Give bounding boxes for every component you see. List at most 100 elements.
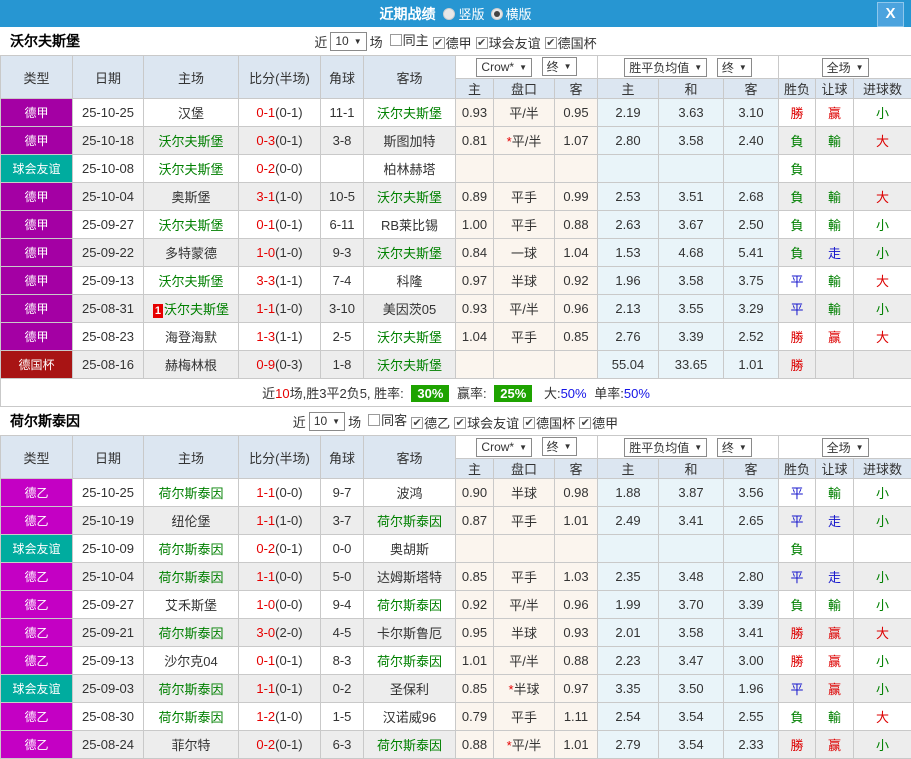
matches-table: 类型 日期 主场 比分(半场) 角球 客场 Crow*▼ 终▼ 胜平负均值▼ 终…	[0, 55, 911, 407]
team-name: 多特蒙德	[165, 246, 217, 261]
avg-draw-cell: 3.70	[659, 591, 724, 619]
period-header: 全场▼	[779, 436, 911, 459]
result-cell: 勝	[779, 647, 816, 675]
section-home-team: 沃尔夫斯堡 近 10 ▼ 场 同主✔德甲✔球会友谊✔德国杯 类型 日期 主场 比…	[0, 27, 911, 407]
odds-company-select[interactable]: Crow*▼	[476, 58, 532, 77]
goals-result-cell: 小	[854, 675, 911, 703]
league-badge: 德乙	[1, 619, 73, 647]
avg-away-cell: 3.75	[724, 267, 779, 295]
result-cell: 勝	[779, 351, 816, 379]
halftime-score: (2-0)	[275, 625, 302, 640]
avg-type-select[interactable]: 胜平负均值▼	[624, 58, 707, 77]
date-cell: 25-10-09	[73, 535, 144, 563]
star-marker: *	[507, 134, 512, 149]
filter-checkbox[interactable]: 同客	[368, 410, 407, 429]
horizontal-layout-radio[interactable]: 横版	[491, 4, 532, 23]
team-name: 科隆	[396, 274, 422, 289]
score-cell: 1-1(0-1)	[239, 675, 321, 703]
sub-header-handicap-result: 让球	[816, 79, 854, 99]
horizontal-layout-label: 横版	[506, 4, 532, 23]
filter-checkbox[interactable]: ✔德甲	[579, 413, 618, 432]
filter-checkbox-label: 德甲	[446, 33, 472, 52]
match-count-select[interactable]: 10 ▼	[309, 412, 345, 431]
filter-checkbox[interactable]: 同主	[390, 30, 429, 49]
odds-home-cell	[456, 351, 494, 379]
odds-away-cell: 0.96	[555, 295, 598, 323]
odds-home-cell: 0.88	[456, 731, 494, 759]
home-team-cell: 海登海默	[144, 323, 239, 351]
avg-away-cell: 2.40	[724, 127, 779, 155]
filter-checkbox[interactable]: ✔德甲	[433, 33, 472, 52]
halftime-score: (0-0)	[275, 569, 302, 584]
win-rate-badge: 30%	[411, 385, 449, 402]
halftime-score: (0-1)	[275, 541, 302, 556]
league-badge: 德甲	[1, 267, 73, 295]
avg-away-cell	[724, 535, 779, 563]
avg-time-select[interactable]: 终▼	[717, 438, 752, 457]
date-cell: 25-10-19	[73, 507, 144, 535]
match-count-select[interactable]: 10 ▼	[330, 32, 366, 51]
filter-checkbox[interactable]: ✔球会友谊	[476, 33, 541, 52]
handicap-cell	[494, 155, 555, 183]
away-team-cell: 科隆	[364, 267, 456, 295]
odds-home-cell: 0.87	[456, 507, 494, 535]
away-team-cell: 荷尔斯泰因	[364, 591, 456, 619]
corners-cell: 3-7	[321, 507, 364, 535]
vertical-layout-radio[interactable]: 竖版	[443, 4, 484, 23]
halftime-score: (0-1)	[275, 133, 302, 148]
avg-draw-cell: 3.41	[659, 507, 724, 535]
odds-away-cell: 0.88	[555, 211, 598, 239]
filter-checkbox[interactable]: ✔德国杯	[545, 33, 597, 52]
odds-time-select[interactable]: 终▼	[542, 57, 577, 76]
date-cell: 25-08-31	[73, 295, 144, 323]
avg-time-select[interactable]: 终▼	[717, 58, 752, 77]
corners-cell: 1-5	[321, 703, 364, 731]
score-cell: 1-0(0-0)	[239, 591, 321, 619]
team-name: 荷尔斯泰因	[158, 486, 223, 501]
period-select[interactable]: 全场▼	[822, 438, 869, 457]
away-team-cell: 奥胡斯	[364, 535, 456, 563]
matches-table: 类型 日期 主场 比分(半场) 角球 客场 Crow*▼ 终▼ 胜平负均值▼ 终…	[0, 435, 911, 759]
home-team-cell: 沃尔夫斯堡	[144, 155, 239, 183]
avg-away-cell: 2.55	[724, 703, 779, 731]
odds-home-cell: 0.93	[456, 295, 494, 323]
handicap-cell: 半球	[494, 267, 555, 295]
date-cell: 25-10-04	[73, 563, 144, 591]
home-team-cell: 艾禾斯堡	[144, 591, 239, 619]
halftime-score: (1-0)	[275, 301, 302, 316]
handicap-result-cell: 輸	[816, 183, 854, 211]
team-name: 荷尔斯泰因	[377, 514, 442, 529]
avg-away-cell: 2.68	[724, 183, 779, 211]
filter-checkbox[interactable]: ✔德国杯	[523, 413, 575, 432]
odds-home-cell: 1.01	[456, 647, 494, 675]
odds-time-select[interactable]: 终▼	[542, 437, 577, 456]
league-badge: 德甲	[1, 183, 73, 211]
period-select[interactable]: 全场▼	[822, 58, 869, 77]
avg-away-cell: 2.50	[724, 211, 779, 239]
col-header-corners: 角球	[321, 436, 364, 479]
filter-checkbox-label: 球会友谊	[467, 413, 519, 432]
close-icon[interactable]: X	[877, 2, 904, 27]
checkbox-checked-icon: ✔	[545, 37, 557, 49]
handicap-cell	[494, 351, 555, 379]
avg-home-cell	[598, 535, 659, 563]
filter-checkbox[interactable]: ✔球会友谊	[454, 413, 519, 432]
title-bar: 近期战绩 竖版 横版 X	[0, 0, 911, 27]
result-cell: 勝	[779, 99, 816, 127]
odds-away-cell: 0.85	[555, 323, 598, 351]
corners-cell: 9-7	[321, 479, 364, 507]
sub-header-avg-draw: 和	[659, 459, 724, 479]
odds-company-select[interactable]: Crow*▼	[476, 438, 532, 457]
date-cell: 25-09-13	[73, 267, 144, 295]
date-cell: 25-09-13	[73, 647, 144, 675]
avg-type-select[interactable]: 胜平负均值▼	[624, 438, 707, 457]
away-team-cell: RB莱比锡	[364, 211, 456, 239]
col-header-score: 比分(半场)	[239, 56, 321, 99]
team-title: 荷尔斯泰因	[10, 411, 80, 431]
filter-row: 沃尔夫斯堡 近 10 ▼ 场 同主✔德甲✔球会友谊✔德国杯	[0, 27, 911, 55]
corners-cell: 5-0	[321, 563, 364, 591]
filter-checkbox[interactable]: ✔德乙	[411, 413, 450, 432]
handicap-cell: 平手	[494, 507, 555, 535]
away-team-cell: 荷尔斯泰因	[364, 507, 456, 535]
corners-cell: 11-1	[321, 99, 364, 127]
